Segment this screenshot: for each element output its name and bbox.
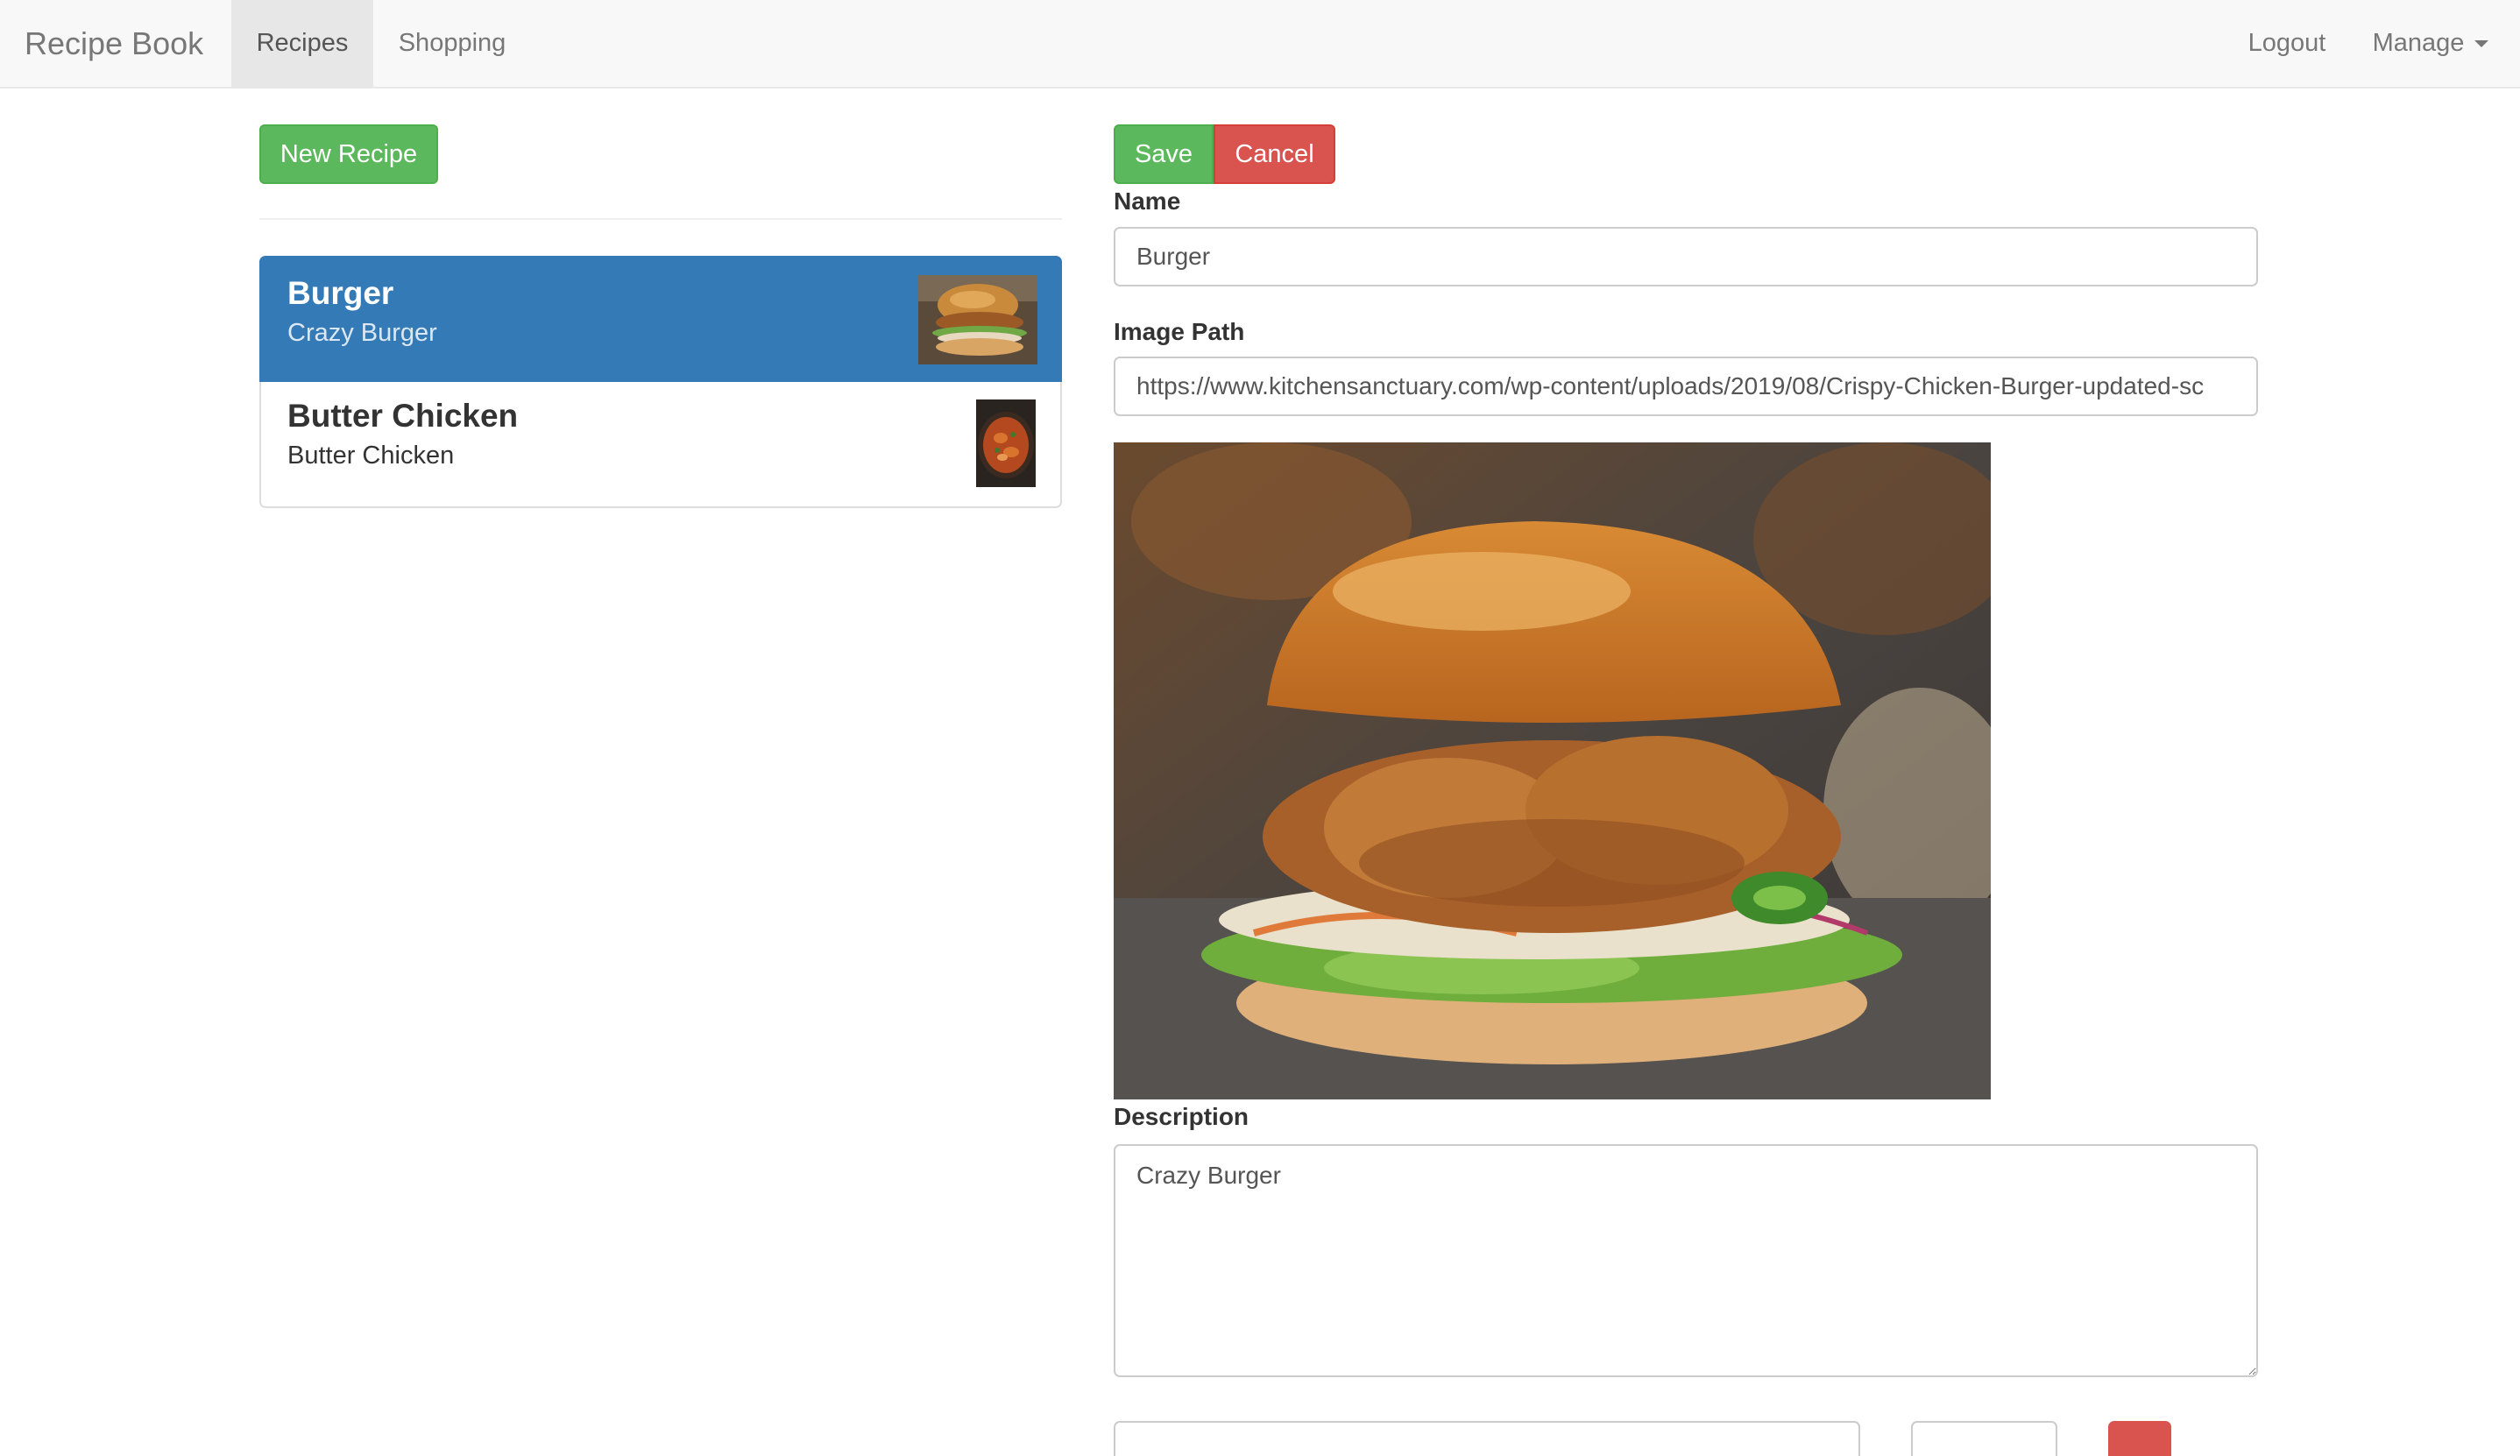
caret-down-icon xyxy=(2474,39,2489,47)
name-label: Name xyxy=(1114,187,1181,215)
recipe-description: Crazy Burger xyxy=(287,319,437,347)
image-path-input[interactable] xyxy=(1114,357,2258,416)
cancel-button[interactable]: Cancel xyxy=(1214,124,1335,184)
new-recipe-button[interactable]: New Recipe xyxy=(259,124,438,184)
save-button[interactable]: Save xyxy=(1114,124,1214,184)
manage-label: Manage xyxy=(2372,29,2465,57)
ingredient-amount-input[interactable] xyxy=(1911,1421,2057,1456)
divider xyxy=(259,218,1062,220)
recipe-image-preview xyxy=(1114,442,1991,1099)
recipe-description: Butter Chicken xyxy=(287,442,455,470)
tab-recipes[interactable]: Recipes xyxy=(231,0,373,87)
recipe-thumbnail xyxy=(976,399,1036,487)
brand-link[interactable]: Recipe Book xyxy=(25,0,203,87)
recipe-name: Butter Chicken xyxy=(287,398,519,434)
ingredient-name-input[interactable] xyxy=(1114,1421,1860,1456)
recipe-item-butter-chicken[interactable]: Butter Chicken Butter Chicken xyxy=(259,382,1062,508)
description-label: Description xyxy=(1114,1103,1249,1130)
recipe-name: Burger xyxy=(287,275,394,311)
manage-dropdown[interactable]: Manage xyxy=(2352,0,2509,87)
recipe-item-burger[interactable]: Burger Crazy Burger xyxy=(259,256,1062,382)
recipe-thumbnail xyxy=(918,275,1037,364)
logout-link[interactable]: Logout xyxy=(2222,0,2352,87)
navbar: Recipe Book Recipes Shopping Logout Mana… xyxy=(0,0,2520,88)
description-textarea[interactable]: Crazy Burger xyxy=(1114,1144,2258,1377)
delete-ingredient-button[interactable] xyxy=(2108,1421,2171,1456)
image-path-label: Image Path xyxy=(1114,318,1245,345)
name-input[interactable] xyxy=(1114,227,2258,286)
tab-shopping[interactable]: Shopping xyxy=(373,0,531,87)
